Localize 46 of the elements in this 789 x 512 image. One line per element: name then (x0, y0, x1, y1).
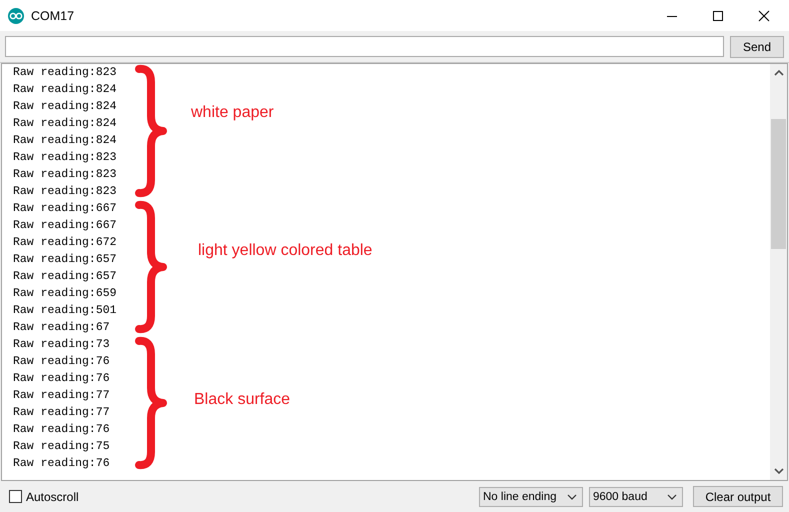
scrollbar[interactable] (770, 64, 787, 480)
output-line: Raw reading:667 (13, 201, 117, 217)
output-line: Raw reading:824 (13, 116, 117, 132)
output-line: Raw reading:672 (13, 235, 117, 251)
line-ending-dropdown[interactable]: No line ending (479, 486, 583, 506)
checkbox-label: Autoscroll (26, 490, 79, 504)
annotation-label: white paper (191, 104, 274, 122)
chevron-down-icon (567, 494, 577, 500)
output-line: Raw reading:67 (13, 320, 110, 336)
output-line: Raw reading:659 (13, 286, 117, 302)
output-line: Raw reading:75 (13, 439, 110, 455)
chevron-down-icon (667, 494, 677, 500)
output-line: Raw reading:823 (13, 167, 117, 183)
dropdown-value: No line ending (483, 490, 557, 502)
close-icon[interactable] (758, 10, 770, 22)
output-line: Raw reading:823 (13, 150, 117, 166)
baud-rate-dropdown[interactable]: 9600 baud (589, 486, 683, 506)
output-line: Raw reading:824 (13, 82, 117, 98)
output-line: Raw reading:824 (13, 133, 117, 149)
output-line: Raw reading:667 (13, 218, 117, 234)
output-line: Raw reading:657 (13, 252, 117, 268)
scroll-down-icon[interactable] (774, 467, 784, 475)
output-line: Raw reading:823 (13, 65, 117, 81)
scroll-up-icon[interactable] (774, 69, 784, 77)
output-line: Raw reading:76 (13, 456, 110, 472)
window-title: COM17 (31, 8, 74, 22)
output-line: Raw reading:76 (13, 354, 110, 370)
annotation-label: Black surface (194, 391, 290, 409)
scrollbar-thumb[interactable] (771, 119, 786, 249)
output-line: Raw reading:823 (13, 184, 117, 200)
output-line: Raw reading:76 (13, 422, 110, 438)
output-line: Raw reading:73 (13, 337, 110, 353)
annotation-label: light yellow colored table (198, 242, 372, 260)
output-line: Raw reading:657 (13, 269, 117, 285)
output-line: Raw reading:77 (13, 405, 110, 421)
send-button[interactable]: Send (730, 36, 784, 58)
input-field[interactable] (5, 36, 724, 57)
dropdown-value: 9600 baud (593, 490, 648, 502)
app-logo-icon (8, 8, 24, 24)
maximize-icon[interactable] (712, 10, 724, 22)
output-line: Raw reading:77 (13, 388, 110, 404)
output-line: Raw reading:501 (13, 303, 117, 319)
checkbox[interactable] (9, 490, 22, 503)
output-line: Raw reading:824 (13, 99, 117, 115)
output-line: Raw reading:76 (13, 371, 110, 387)
clear-output-button[interactable]: Clear output (693, 486, 783, 507)
